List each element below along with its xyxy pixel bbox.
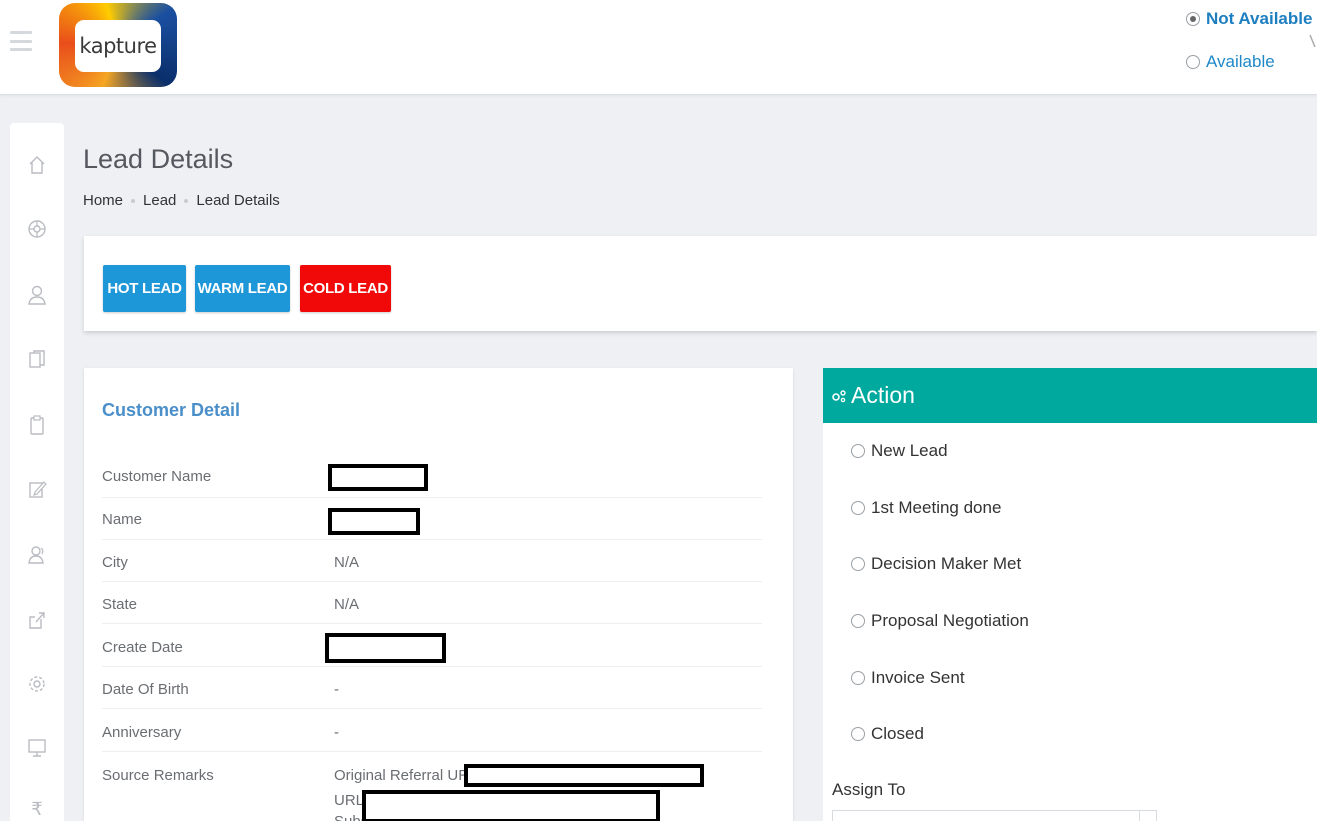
settings-icon[interactable] (27, 673, 47, 695)
action-option-label: Closed (871, 724, 924, 743)
redacted-value (328, 508, 420, 535)
detail-label: Customer Name (102, 468, 212, 485)
select-divider (1139, 811, 1140, 821)
radio-icon[interactable] (851, 671, 865, 685)
action-option-new-lead[interactable]: New Lead (851, 441, 948, 461)
breadcrumb-separator (184, 198, 189, 203)
action-option-label: Proposal Negotiation (871, 611, 1029, 630)
status-not-available[interactable]: Not Available (1186, 8, 1312, 30)
redacted-value (362, 790, 660, 821)
globe-icon[interactable] (27, 218, 47, 240)
detail-label: Date Of Birth (102, 681, 189, 698)
status-available[interactable]: Available (1186, 51, 1312, 73)
action-option-label: Invoice Sent (871, 668, 965, 687)
clipboard-icon[interactable] (27, 414, 47, 436)
detail-row-city: City N/A (102, 540, 762, 582)
breadcrumb: Home Lead Lead Details (83, 192, 280, 209)
customer-detail-card: Customer Detail Customer Name Name City … (84, 368, 793, 821)
action-title: Action (851, 382, 915, 408)
detail-label: City (102, 554, 128, 571)
status-label: Available (1206, 52, 1275, 71)
action-option-label: Decision Maker Met (871, 554, 1022, 573)
documents-icon[interactable] (27, 349, 47, 371)
detail-label: Name (102, 511, 143, 528)
user-menu-icon[interactable] (1308, 34, 1317, 48)
hamburger-menu-icon[interactable] (10, 31, 32, 51)
redacted-value (325, 633, 446, 663)
sidebar: ₹ (10, 123, 64, 821)
radio-icon[interactable] (851, 501, 865, 515)
action-option-label: New Lead (871, 441, 948, 460)
action-option-proposal-negotiation[interactable]: Proposal Negotiation (851, 611, 1029, 631)
detail-row-create-date: Create Date (102, 625, 762, 667)
detail-label: State (102, 596, 138, 613)
assign-to-select[interactable] (832, 810, 1157, 821)
warm-lead-button[interactable]: WARM LEAD (195, 265, 290, 312)
detail-row-name: Name (102, 498, 762, 540)
home-icon[interactable] (27, 154, 47, 176)
hot-lead-button[interactable]: HOT LEAD (103, 265, 186, 312)
detail-label: Source Remarks (102, 767, 214, 784)
original-referral-url-label: Original Referral URL : (334, 767, 486, 784)
radio-icon[interactable] (851, 614, 865, 628)
action-option-label: 1st Meeting done (871, 498, 1002, 517)
action-option-closed[interactable]: Closed (851, 724, 924, 744)
detail-row-source-remarks: Source Remarks Original Referral URL : U… (102, 753, 762, 821)
availability-toggle: Not Available Available (1186, 8, 1312, 73)
breadcrumb-lead-details: Lead Details (196, 192, 280, 209)
detail-row-date-of-birth: Date Of Birth - (102, 667, 762, 709)
detail-row-customer-name: Customer Name (102, 456, 762, 498)
action-option-decision-maker-met[interactable]: Decision Maker Met (851, 554, 1021, 574)
gears-icon (832, 389, 846, 402)
cold-lead-button[interactable]: COLD LEAD (300, 265, 391, 312)
action-panel: Action New Lead 1st Meeting done Decisio… (823, 368, 1317, 821)
radio-icon[interactable] (851, 727, 865, 741)
redacted-value (328, 464, 428, 491)
contacts-icon[interactable] (27, 544, 47, 566)
user-icon[interactable] (27, 284, 47, 306)
detail-value: - (334, 681, 339, 698)
redacted-value (464, 764, 704, 787)
share-icon[interactable] (27, 609, 47, 631)
rupee-icon[interactable]: ₹ (27, 798, 47, 820)
monitor-icon[interactable] (27, 737, 47, 759)
action-option-invoice-sent[interactable]: Invoice Sent (851, 668, 965, 688)
radio-icon[interactable] (1186, 12, 1200, 26)
radio-icon[interactable] (1186, 55, 1200, 69)
detail-value: N/A (334, 554, 360, 571)
radio-icon[interactable] (851, 557, 865, 571)
page-title: Lead Details (83, 144, 234, 174)
status-label: Not Available (1206, 9, 1313, 28)
customer-detail-title: Customer Detail (102, 400, 241, 420)
action-option-1st-meeting-done[interactable]: 1st Meeting done (851, 498, 1001, 518)
breadcrumb-separator (131, 198, 136, 203)
detail-row-anniversary: Anniversary - (102, 710, 762, 752)
detail-value: - (334, 724, 339, 741)
breadcrumb-home[interactable]: Home (83, 192, 123, 209)
kapture-logo[interactable]: kapture (59, 3, 177, 87)
lead-status-bar: HOT LEAD WARM LEAD COLD LEAD (84, 236, 1317, 331)
assign-to-label: Assign To (832, 780, 906, 799)
action-header: Action (823, 368, 1317, 423)
detail-label: Anniversary (102, 724, 182, 741)
detail-row-state: State N/A (102, 582, 762, 624)
edit-icon[interactable] (27, 478, 47, 500)
detail-value: N/A (334, 596, 360, 613)
top-bar: kapture Not Available Available (0, 0, 1317, 95)
logo-text: kapture (75, 20, 161, 72)
detail-label: Create Date (102, 639, 183, 656)
breadcrumb-lead[interactable]: Lead (143, 192, 176, 209)
radio-icon[interactable] (851, 444, 865, 458)
